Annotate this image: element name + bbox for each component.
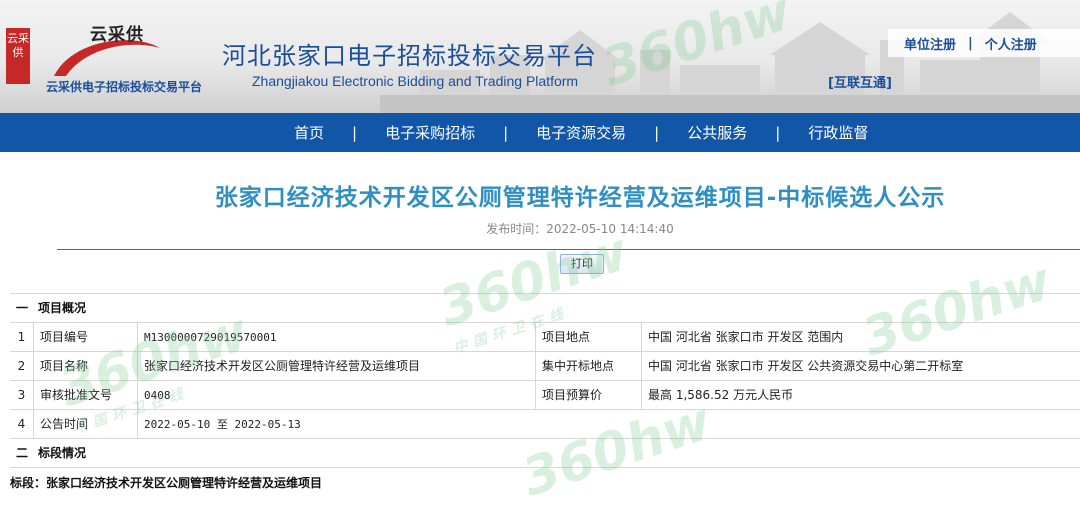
nav-item-supervision[interactable]: 行政监督 bbox=[808, 122, 868, 143]
project-code-value: M1300000729019570001 bbox=[138, 323, 536, 351]
row-number: 1 bbox=[10, 323, 34, 351]
section-label: 项目概况 bbox=[38, 301, 87, 315]
table-row: 1 项目编号 M1300000729019570001 项目地点 中国 河北省 … bbox=[10, 323, 1080, 352]
nav-item-resource-trading[interactable]: 电子资源交易 bbox=[536, 122, 626, 143]
site-subtitle: Zhangjiakou Electronic Bidding and Tradi… bbox=[252, 73, 579, 89]
publish-time: 发布时间：2022-05-10 14:14:40 bbox=[486, 222, 674, 236]
nav-separator: | bbox=[352, 123, 358, 142]
bid-opening-location-value: 中国 河北省 张家口市 开发区 公共资源交易中心第二开标室 bbox=[648, 359, 964, 373]
field-label: 公告时间 bbox=[34, 410, 138, 438]
site-title: 河北张家口电子招标投标交易平台 bbox=[222, 42, 597, 70]
main-nav: 首页 | 电子采购招标 | 电子资源交易 | 公共服务 | 行政监督 bbox=[0, 113, 1080, 152]
site-header: 云采供 云采供 云采供电子招标投标交易平台 河北张家口电子招标投标交易平台 Zh… bbox=[0, 0, 1080, 113]
side-brand-tag: 云采供 bbox=[6, 28, 30, 84]
field-label: 项目预算价 bbox=[536, 381, 642, 409]
nav-item-public-service[interactable]: 公共服务 bbox=[687, 122, 747, 143]
nav-separator: | bbox=[503, 123, 509, 142]
field-label: 集中开标地点 bbox=[536, 352, 642, 380]
row-number: 3 bbox=[10, 381, 34, 409]
section-number: 一 bbox=[15, 301, 28, 315]
nav-item-home[interactable]: 首页 bbox=[294, 122, 324, 143]
field-label: 项目编号 bbox=[34, 323, 138, 351]
lot-name: 标段：张家口经济技术开发区公厕管理特许经营及运维项目 bbox=[10, 476, 323, 490]
unit-register-link[interactable]: 单位注册 bbox=[904, 34, 956, 53]
nav-separator: | bbox=[775, 123, 781, 142]
brand-logo-subtitle: 云采供电子招标投标交易平台 bbox=[46, 80, 203, 94]
register-bar: 单位注册 | 个人注册 bbox=[888, 29, 1080, 57]
nav-item-procurement[interactable]: 电子采购招标 bbox=[385, 122, 475, 143]
section-number: 二 bbox=[15, 446, 28, 460]
project-name-value: 张家口经济技术开发区公厕管理特许经营及运维项目 bbox=[138, 352, 536, 380]
row-number: 2 bbox=[10, 352, 34, 380]
budget-value: 最高 1,586.52 万元人民币 bbox=[648, 388, 794, 402]
project-info-table: 一项目概况 1 项目编号 M1300000729019570001 项目地点 中… bbox=[10, 293, 1080, 468]
title-divider bbox=[57, 249, 1080, 250]
table-row: 3 审核批准文号 0408 项目预算价 最高 1,586.52 万元人民币 bbox=[10, 381, 1080, 410]
field-label: 项目名称 bbox=[34, 352, 138, 380]
notice-content: 张家口经济技术开发区公厕管理特许经营及运维项目-中标候选人公示 发布时间：202… bbox=[0, 152, 1080, 500]
nav-separator: | bbox=[654, 123, 660, 142]
section-label: 标段情况 bbox=[38, 446, 87, 460]
field-label: 审核批准文号 bbox=[34, 381, 138, 409]
project-location-value: 中国 河北省 张家口市 开发区 范围内 bbox=[648, 330, 844, 344]
print-button[interactable]: 打印 bbox=[560, 254, 604, 274]
notice-title: 张家口经济技术开发区公厕管理特许经营及运维项目-中标候选人公示 bbox=[214, 185, 946, 211]
table-row: 2 项目名称 张家口经济技术开发区公厕管理特许经营及运维项目 集中开标地点 中国… bbox=[10, 352, 1080, 381]
interop-link[interactable]: [互联互通] bbox=[828, 72, 892, 91]
approval-number-value: 0408 bbox=[138, 381, 536, 409]
row-number: 4 bbox=[10, 410, 34, 438]
table-row: 4 公告时间 2022-05-10 至 2022-05-13 bbox=[10, 410, 1080, 439]
person-register-link[interactable]: 个人注册 bbox=[985, 34, 1037, 53]
brand-logo-text: 云采供 bbox=[90, 25, 144, 45]
announcement-period-value: 2022-05-10 至 2022-05-13 bbox=[144, 418, 301, 431]
register-separator: | bbox=[968, 35, 973, 51]
field-label: 项目地点 bbox=[536, 323, 642, 351]
section-header-lots: 二标段情况 bbox=[10, 439, 1080, 468]
section-header-overview: 一项目概况 bbox=[10, 294, 1080, 323]
